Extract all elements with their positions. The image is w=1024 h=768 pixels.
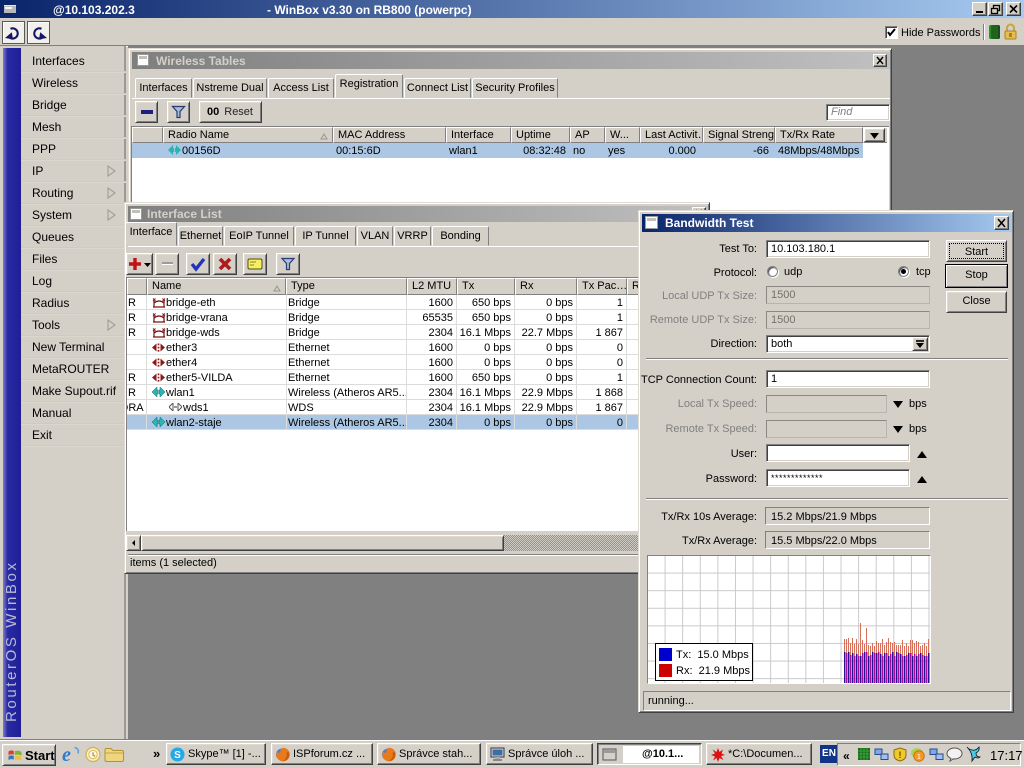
svg-text:!: ! [899, 750, 902, 760]
svg-text:e: e [62, 744, 71, 765]
svg-text:S: S [174, 750, 181, 761]
svg-text:1: 1 [917, 754, 921, 761]
